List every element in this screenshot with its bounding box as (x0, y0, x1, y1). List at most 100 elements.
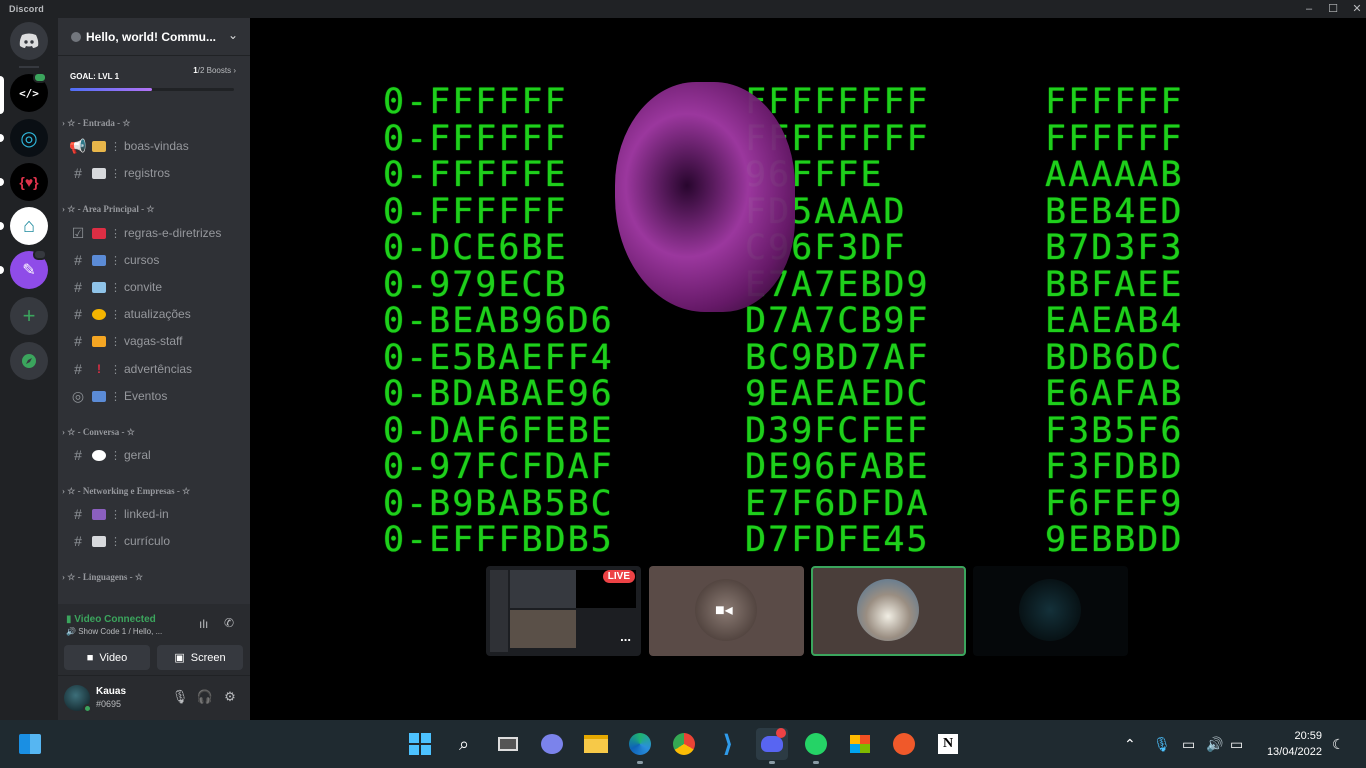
chevron-down-icon[interactable]: ⌄ (228, 28, 238, 42)
category-conversa[interactable]: › ☆ - Conversa - ☆ (62, 427, 135, 441)
guild-badge-icon (71, 31, 81, 42)
unread-pill (0, 222, 4, 230)
hex-text-line: 0-E5BAEFF4 (383, 337, 614, 378)
envelope-emoji-icon (92, 281, 106, 293)
category-area-principal[interactable]: › ☆ - Area Principal - ☆ (62, 204, 154, 218)
discord-icon[interactable] (756, 728, 788, 764)
channel-linked-in[interactable]: # ⋮ linked-in (66, 502, 244, 526)
noise-suppression-icon[interactable]: ılı (199, 617, 208, 631)
live-badge: LIVE (602, 570, 635, 583)
channel-cursos[interactable]: # ⋮ cursos (66, 248, 244, 272)
minimize-icon[interactable]: – (1296, 0, 1322, 18)
microphone-in-use-icon[interactable]: 🎙 (1153, 736, 1171, 753)
channel-vagas-staff[interactable]: # ⋮ vagas-staff (66, 329, 244, 353)
screen-share-tile[interactable]: LIVE ... (486, 566, 641, 656)
hash-icon: # (74, 279, 82, 295)
chrome-icon[interactable] (668, 728, 700, 760)
megaphone-icon: 📢 (69, 137, 87, 154)
hex-text-line: FFFFFF (1045, 118, 1184, 159)
hex-text-line: 0-FFFFFE (383, 155, 568, 195)
hex-text-line: 0-979ECB (383, 264, 568, 305)
battery-icon[interactable]: ▭ (1230, 736, 1243, 753)
category-networking[interactable]: › ☆ - Networking e Empresas - ☆ (62, 486, 190, 500)
voice-status[interactable]: ▮ Video Connected (66, 614, 156, 625)
whatsapp-icon[interactable] (800, 728, 832, 764)
network-icon[interactable]: ▭ (1182, 736, 1195, 753)
mini-camera (510, 610, 576, 648)
explore-compass-icon[interactable] (10, 342, 48, 380)
focus-assist-moon-icon[interactable]: ☾ (1332, 736, 1345, 753)
hex-text-line: BDB6DC (1045, 337, 1184, 378)
hex-text-line: 0-97FCFDAF (383, 447, 614, 487)
channel-sidebar: Hello, world! Commu... ⌄ GOAL: LVL 1 1/2… (58, 18, 250, 720)
chat-icon[interactable] (536, 728, 568, 760)
notion-icon[interactable]: N (932, 728, 964, 760)
channel-atualizacoes[interactable]: # ⋮ atualizações (66, 302, 244, 326)
books-emoji-icon (92, 254, 106, 266)
hex-text-line: 0-EFFFBDB5 (383, 520, 614, 560)
participant-avatar (857, 579, 919, 641)
settings-gear-icon[interactable]: ⚙ (221, 689, 239, 707)
camera-tile-2[interactable] (811, 566, 966, 656)
screen-badge-icon (33, 249, 47, 260)
server-4-icon[interactable]: ⌂ (10, 207, 48, 245)
voice-connection-panel: ▮ Video Connected 🔊 Show Code 1 / Hello,… (58, 604, 250, 676)
guild-name: Hello, world! Commu... (86, 29, 217, 44)
close-icon[interactable]: ✕ (1344, 0, 1366, 18)
boost-goal[interactable]: GOAL: LVL 1 1/2 Boosts › (70, 66, 236, 91)
store-icon[interactable] (844, 728, 876, 760)
hex-text-line: 0-FFFFFF (383, 82, 568, 122)
windows-taskbar: ⌕ ⟩ N ⌃ 🎙 ▭ 🔊 ▭ 20:59 13/04/2022 ☾ (0, 720, 1366, 768)
channel-eventos[interactable]: ◎ ⋮ Eventos (66, 384, 244, 408)
hex-text-line: E6AFAB (1045, 374, 1184, 414)
hex-text-line: FFFFFF (1045, 82, 1184, 122)
channel-convite[interactable]: # ⋮ convite (66, 275, 244, 299)
server-separator (19, 66, 39, 68)
task-view-icon[interactable] (492, 728, 524, 760)
file-explorer-icon[interactable] (580, 728, 612, 760)
channel-regras-e-diretrizes[interactable]: ☑ ⋮ regras-e-diretrizes (66, 221, 244, 245)
app-icon[interactable] (888, 728, 920, 760)
username: Kauas (96, 686, 127, 697)
category-entrada[interactable]: › ☆ - Entrada - ☆ (62, 118, 130, 132)
wave-emoji-icon (92, 140, 106, 152)
active-server-pill (0, 76, 4, 114)
camera-icon: ■ (86, 651, 94, 664)
screen-share-stream[interactable]: 0-FFFFFF 0-FFFFFF 0-FFFFFE 0-FFFFFF 0-DCE6BE… (383, 82, 1233, 560)
screen-button[interactable]: ▣ Screen (157, 645, 243, 670)
edge-icon[interactable] (624, 728, 656, 764)
camera-tile-1[interactable]: ■◂ (649, 566, 804, 656)
discord-home-icon[interactable] (10, 22, 48, 60)
mini-sidebar (490, 570, 508, 652)
hex-text-line: D7FDFE45 (745, 520, 930, 560)
microphone-icon[interactable]: 🎙 (171, 689, 189, 707)
clock[interactable]: 20:59 13/04/2022 (1267, 728, 1322, 760)
guild-header[interactable]: Hello, world! Commu... ⌄ (58, 18, 250, 56)
camera-tile-3[interactable] (973, 566, 1128, 656)
disconnect-icon[interactable]: ✆ (224, 616, 234, 630)
server-3-icon[interactable]: {♥} (10, 163, 48, 201)
widgets-icon[interactable] (14, 728, 46, 760)
loudspeaker-emoji-icon (92, 227, 106, 239)
channel-advertencias[interactable]: #! ⋮ advertências (66, 357, 244, 381)
volume-icon[interactable]: 🔊 (1206, 736, 1223, 753)
add-server-plus-icon[interactable]: + (10, 297, 48, 335)
category-linguagens[interactable]: › ☆ - Linguagens - ☆ (62, 572, 143, 586)
headphones-icon[interactable]: 🎧 (196, 689, 214, 707)
search-icon[interactable]: ⌕ (448, 728, 480, 760)
unread-pill (0, 178, 4, 186)
maximize-icon[interactable]: ☐ (1320, 0, 1346, 18)
boost-progress-bar (70, 88, 234, 91)
channel-boas-vindas[interactable]: 📢 ⋮ boas-vindas (66, 134, 244, 158)
channel-registros[interactable]: # ⋮ registros (66, 161, 244, 185)
hash-icon: # (74, 333, 82, 349)
vscode-icon[interactable]: ⟩ (712, 728, 744, 760)
channel-geral[interactable]: # ⋮ geral (66, 443, 244, 467)
video-button[interactable]: ■ Video (64, 645, 150, 670)
show-hidden-icons-chevron-icon[interactable]: ⌃ (1124, 736, 1136, 753)
more-options-icon[interactable]: ... (620, 629, 631, 644)
windows-start-icon[interactable] (404, 728, 436, 760)
server-2-icon[interactable]: ◎ (10, 119, 48, 157)
channel-curriculo[interactable]: # ⋮ currículo (66, 529, 244, 553)
boost-goal-label: GOAL: LVL 1 (70, 72, 120, 81)
